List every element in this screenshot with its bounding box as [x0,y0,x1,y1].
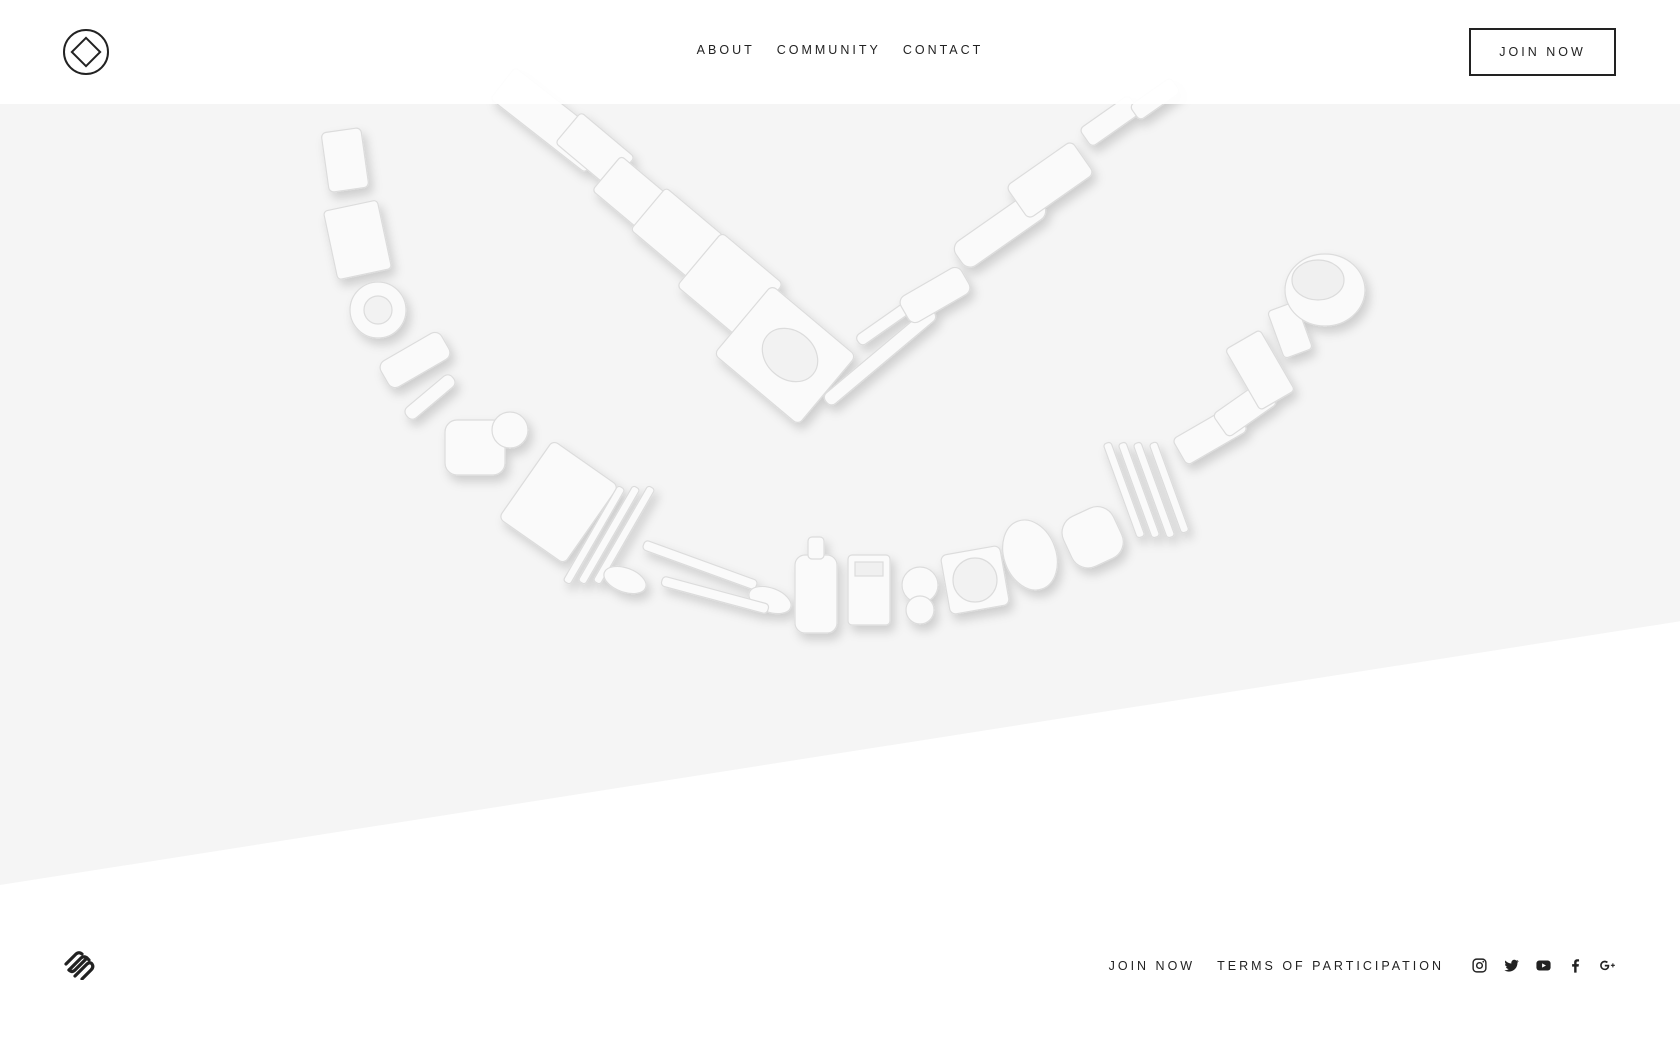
nav-about[interactable]: ABOUT [697,43,755,57]
footer-logo[interactable] [62,950,96,981]
twitter-icon[interactable] [1502,956,1520,974]
site-logo[interactable] [62,28,110,76]
diamond-in-circle-logo-icon [63,29,109,75]
hand-tools-arrangement-image [321,68,1366,634]
nav-community[interactable]: COMMUNITY [777,43,881,57]
facebook-icon[interactable] [1566,956,1584,974]
main-nav: ABOUT COMMUNITY CONTACT [0,43,1680,57]
google-plus-icon[interactable] [1598,956,1616,974]
site-header: ABOUT COMMUNITY CONTACT JOIN NOW [0,0,1680,104]
instagram-icon[interactable] [1470,956,1488,974]
nav-contact[interactable]: CONTACT [903,43,984,57]
squarespace-logo-icon [64,951,95,981]
footer-terms-link[interactable]: TERMS OF PARTICIPATION [1217,959,1444,973]
youtube-icon[interactable] [1534,956,1552,974]
footer-links: JOIN NOW TERMS OF PARTICIPATION [1109,959,1444,973]
social-links [1470,956,1616,974]
join-now-button[interactable]: JOIN NOW [1469,28,1616,76]
footer-join-now-link[interactable]: JOIN NOW [1109,959,1196,973]
hero-section [0,0,1680,885]
